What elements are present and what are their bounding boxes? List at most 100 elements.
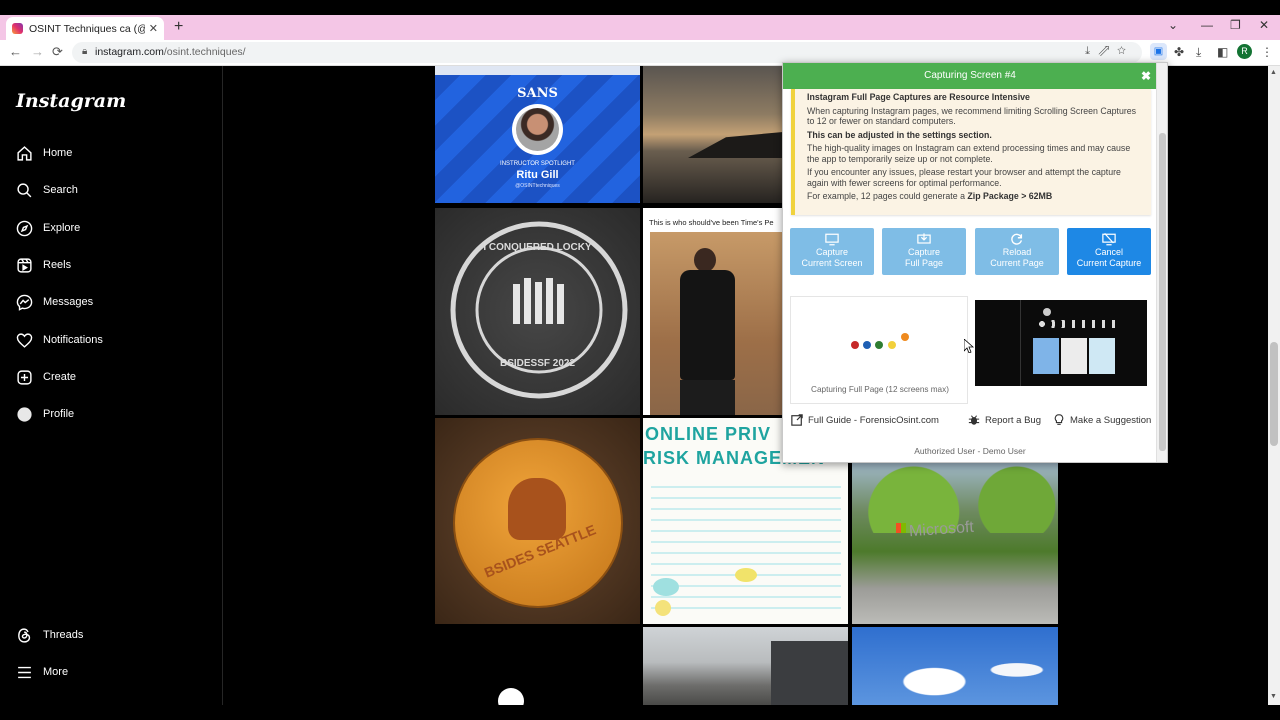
nav-notifications[interactable]: Notifications <box>15 328 103 352</box>
bookmark-star-icon[interactable]: ☆ <box>1117 45 1134 57</box>
post-police-officer[interactable]: This is who should've been Time's Pe <box>643 208 783 415</box>
popup-scrollbar[interactable] <box>1156 63 1167 462</box>
suggestion-link[interactable]: Make a Suggestion <box>1053 414 1151 426</box>
nav-reels-label: Reels <box>43 259 72 271</box>
warning-paragraph-3: The high-quality images on Instagram can… <box>807 143 1131 164</box>
officer-head <box>694 248 716 272</box>
full-guide-link[interactable]: Full Guide - ForensicOsint.com <box>791 414 939 426</box>
sketch-blob-2 <box>735 568 757 582</box>
sans-spotlight-text: INSTRUCTOR SPOTLIGHT <box>500 161 575 167</box>
forward-arrow-icon[interactable]: → <box>31 44 44 59</box>
letterbox-bottom <box>0 705 1280 720</box>
privacy-title-line1: ONLINE PRIV <box>645 424 772 444</box>
screen: OSINT Techniques ca (@osint.te ✕ + ⌄ — ❐… <box>0 0 1280 720</box>
post-bsides-seattle[interactable]: BSIDES SEATTLE <box>435 418 640 624</box>
install-app-icon[interactable]: ⤓ <box>1085 45 1098 57</box>
nav-search[interactable]: Search <box>15 178 78 202</box>
post-sunset-water[interactable] <box>643 66 783 203</box>
nav-threads-label: Threads <box>43 629 84 641</box>
downloads-icon[interactable]: ⤓ <box>1196 45 1201 60</box>
browser-tab[interactable]: OSINT Techniques ca (@osint.te ✕ <box>6 17 164 40</box>
download-screen-icon <box>917 233 931 244</box>
chrome-menu-icon[interactable]: ⋮ <box>1261 45 1273 59</box>
nav-profile-label: Profile <box>43 408 75 420</box>
window-close-icon[interactable]: ✕ <box>1259 18 1269 32</box>
authorized-user-text: Authorized User - Demo User <box>914 446 1026 456</box>
nav-explore[interactable]: Explore <box>15 216 80 240</box>
lock-icon: 🔒︎ <box>82 46 88 57</box>
side-panel-icon[interactable]: ◧ <box>1217 45 1228 59</box>
nav-more[interactable]: More <box>15 660 68 684</box>
back-arrow-icon[interactable]: ← <box>9 44 22 59</box>
popup-title: Capturing Screen #4 <box>924 70 1016 81</box>
page-scrollbar[interactable]: ▲ ▼ <box>1268 66 1280 705</box>
extensions-puzzle-icon[interactable]: ✤ <box>1174 45 1184 59</box>
microsoft-sign-text: Microsoft <box>908 518 975 541</box>
address-bar[interactable]: 🔒︎ instagram.com/osint.techniques/ ⤓⇗☆ <box>72 42 1142 63</box>
nav-messages[interactable]: Messages <box>15 290 93 314</box>
forensic-osint-extension-icon[interactable]: ▣ <box>1150 43 1167 60</box>
share-icon[interactable]: ⇗ <box>1098 45 1117 57</box>
nav-explore-label: Explore <box>43 222 81 234</box>
monitor-cancel-icon <box>1102 233 1116 246</box>
tab-search-chevron-icon[interactable]: ⌄ <box>1168 18 1178 32</box>
cancel-current-capture-button[interactable]: Cancel Current Capture <box>1067 228 1151 275</box>
instagram-favicon-icon <box>12 23 23 34</box>
reload-icon[interactable]: ⟳ <box>52 44 63 60</box>
loading-indicator <box>498 688 524 705</box>
url-path: /osint.techniques/ <box>163 46 246 58</box>
post-street-buildings[interactable] <box>643 627 848 705</box>
nav-more-label: More <box>43 666 69 678</box>
preview-tile-2 <box>1061 338 1087 374</box>
capture-current-screen-button[interactable]: Capture Current Screen <box>790 228 874 275</box>
preview-tile-1 <box>1033 338 1059 374</box>
popup-scroll-thumb[interactable] <box>1159 133 1166 451</box>
nav-threads[interactable]: Threads <box>15 623 83 647</box>
nav-reels[interactable]: Reels <box>15 253 71 277</box>
nav-create[interactable]: Create <box>15 365 76 389</box>
minimize-icon[interactable]: — <box>1201 18 1213 32</box>
maximize-icon[interactable]: ❐ <box>1230 18 1241 32</box>
scroll-down-arrow-icon[interactable]: ▼ <box>1270 693 1277 700</box>
heart-icon <box>15 331 33 349</box>
profile-avatar[interactable]: R <box>1237 44 1252 59</box>
officer-photo <box>650 232 783 415</box>
popup-close-button[interactable]: ✖ <box>1141 63 1151 89</box>
bug-icon <box>968 415 980 425</box>
sketch-blob-3 <box>655 600 671 616</box>
reload-current-page-button[interactable]: Reload Current Page <box>975 228 1059 275</box>
url-domain: instagram.com <box>95 46 164 58</box>
scroll-up-arrow-icon[interactable]: ▲ <box>1270 69 1277 76</box>
tab-close-icon[interactable]: ✕ <box>149 22 158 35</box>
loading-dot-2 <box>863 341 871 349</box>
officer-legs <box>680 380 735 415</box>
cancel-line2: Current Capture <box>1076 258 1142 268</box>
post-sky-clouds[interactable] <box>852 627 1058 705</box>
post-microsoft-campus[interactable]: Microsoft <box>852 463 1058 624</box>
report-bug-link[interactable]: Report a Bug <box>968 414 1041 426</box>
sans-brand: SANS <box>517 86 558 101</box>
warning-paragraph-4: If you encounter any issues, please rest… <box>807 167 1121 188</box>
warning-paragraph-1: When capturing Instagram pages, we recom… <box>807 105 1137 127</box>
instagram-logo[interactable]: Instagram <box>16 90 126 112</box>
nav-home[interactable]: Home <box>15 141 72 165</box>
plus-square-icon <box>15 368 33 386</box>
new-tab-button[interactable]: + <box>174 18 183 36</box>
capture-full-page-button[interactable]: Capture Full Page <box>882 228 966 275</box>
warning-paragraph-5: For example, 12 pages could generate a Z… <box>807 191 1137 202</box>
page-scroll-thumb[interactable] <box>1270 342 1278 446</box>
post-sans-spotlight[interactable]: SANS INSTRUCTOR SPOTLIGHT Ritu Gill @OSI… <box>435 66 640 203</box>
nav-profile[interactable]: Profile <box>15 402 74 426</box>
loading-dot-5 <box>901 333 909 341</box>
mouse-cursor-icon <box>964 339 974 353</box>
external-link-icon <box>791 414 803 426</box>
sketchnote-lines <box>651 478 841 618</box>
omnibox-actions: ⤓⇗☆ <box>1085 45 1134 58</box>
capture-progress-box: Capturing Full Page (12 screens max) <box>790 296 968 404</box>
cancel-line1: Cancel <box>1094 247 1123 257</box>
capture-screen-line2: Current Screen <box>801 258 863 268</box>
post-locky-coin[interactable]: I CONQUERED LOCKY BSIDESSF 2022 <box>435 208 640 415</box>
reels-icon <box>15 256 33 274</box>
warning-p5-bold: Zip Package > 62MB <box>967 191 1053 201</box>
sketch-blob-1 <box>653 578 679 596</box>
